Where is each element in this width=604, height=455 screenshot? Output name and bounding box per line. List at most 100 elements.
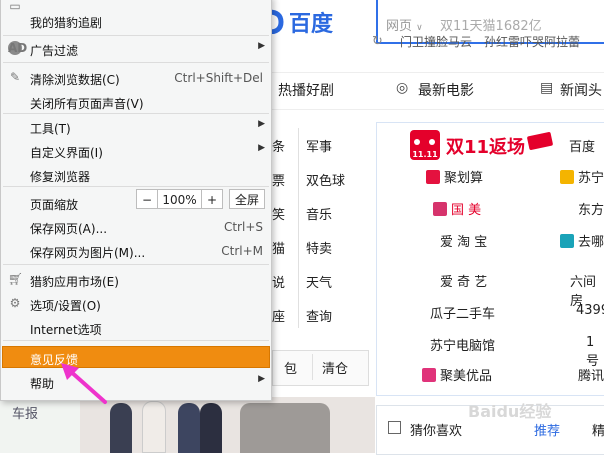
bookmark-icon (388, 421, 401, 434)
nav-link[interactable]: 猫 (272, 238, 285, 257)
shopping-cart-icon: 🛒︎ (8, 272, 24, 286)
shopping-tab[interactable]: 包 (284, 358, 297, 377)
menu-separator (3, 35, 269, 36)
product-figure (142, 401, 166, 453)
promo-badge: 11.11 (412, 150, 438, 159)
menu-item-label: 清除浏览数据(C) (30, 73, 120, 87)
menu-item-label: 保存网页(A)... (30, 222, 108, 236)
menu-item-label: 自定义界面(I) (30, 146, 103, 160)
product-image-strip[interactable] (80, 397, 375, 453)
product-figure (110, 403, 132, 453)
tab-latest-movies[interactable]: 最新电影 (418, 80, 474, 100)
shopping-tab[interactable]: 清仓 (322, 358, 348, 377)
nav-link[interactable]: 笑 (272, 204, 285, 223)
menu-item-feedback[interactable]: 意见反馈 (2, 346, 270, 368)
promo-title[interactable]: 双11返场 (446, 133, 525, 159)
menu-item-label: 我的猎豹追剧 (30, 16, 103, 30)
promo-link[interactable]: 苏宁 (560, 167, 604, 186)
film-reel-icon: ◎ (396, 80, 409, 96)
submenu-arrow-icon: ▶ (258, 143, 265, 153)
jumei-icon (422, 368, 436, 382)
menu-item-save-as-image[interactable]: 保存网页为图片(M)... Ctrl+M (1, 241, 271, 261)
menu-item-help[interactable]: 帮助 ▶ (1, 372, 271, 392)
zoom-in-button[interactable]: + (201, 189, 223, 209)
promo-link[interactable]: 聚划算 (426, 167, 483, 186)
menu-item-save-page[interactable]: 保存网页(A)... Ctrl+S (1, 217, 271, 237)
tab-news[interactable]: 新闻头 (560, 80, 602, 100)
nav-link[interactable]: 音乐 (306, 204, 332, 223)
watermark: Baidu经验 (468, 402, 552, 421)
strip-divider (312, 354, 313, 380)
promo-link[interactable]: 爱 淘 宝 (440, 231, 487, 250)
menu-shortcut: Ctrl+M (221, 244, 263, 258)
side-widget-label[interactable]: 车报 (12, 403, 38, 422)
broom-icon: ✎ (9, 70, 21, 84)
tab-featured[interactable]: 精 (592, 420, 604, 439)
gear-icon: ⚙ (9, 296, 21, 310)
menu-item-label: 关闭所有页面声音(V) (30, 97, 144, 111)
nav-link[interactable]: 军事 (306, 136, 332, 155)
nav-link[interactable]: 条 (272, 136, 285, 155)
fullscreen-button[interactable]: 全屏 (229, 189, 265, 209)
news-icon: ▤ (540, 80, 554, 96)
menu-item-label: 修复浏览器 (30, 170, 91, 184)
promo-link[interactable]: 4399 (576, 303, 604, 318)
nav-link[interactable]: 天气 (306, 272, 332, 291)
promo-link[interactable]: 腾讯 (578, 365, 604, 384)
nav-link[interactable]: 说 (272, 272, 285, 291)
menu-item-options[interactable]: ⚙ 选项/设置(O) (1, 294, 271, 314)
menu-separator (3, 113, 269, 114)
annotation-arrow-icon (61, 363, 107, 404)
suning-icon (560, 170, 574, 184)
menu-item-ad-filter[interactable]: AD 广告过滤 ▶ (1, 39, 271, 59)
menu-item-tools[interactable]: 工具(T) ▶ (1, 117, 271, 137)
ad-icon: AD (8, 41, 28, 55)
submenu-arrow-icon: ▶ (258, 374, 265, 384)
promo-link[interactable]: 苏宁电脑馆 (430, 335, 495, 354)
zoom-level: 100% (157, 189, 202, 209)
gome-icon (433, 202, 447, 216)
nav-link[interactable]: 票 (272, 170, 285, 189)
promo-link[interactable]: 去哪 (560, 231, 604, 250)
nav-link[interactable]: 特卖 (306, 238, 332, 257)
menu-item-repair[interactable]: 修复浏览器 (1, 165, 271, 185)
promo-link[interactable]: 东方 (578, 199, 604, 218)
menu-separator (3, 340, 269, 341)
nav-link[interactable]: 查询 (306, 306, 332, 325)
promo-link[interactable]: 聚美优品 (422, 365, 492, 384)
promo-link[interactable]: 1 号 (586, 335, 604, 369)
product-figure (200, 403, 222, 453)
nav-link[interactable]: 座 (272, 306, 285, 325)
tab-hot-series[interactable]: 热播好剧 (278, 80, 334, 100)
menu-item-label: 广告过滤 (30, 44, 79, 58)
promo-link[interactable]: 百度 (569, 136, 595, 155)
tmall-cat-icon: 11.11 (410, 130, 440, 160)
qunar-icon (560, 234, 574, 248)
promo-link[interactable]: 瓜子二手车 (430, 303, 495, 322)
promo-link[interactable]: 国 美 (433, 199, 481, 218)
nav-link[interactable]: 双色球 (306, 170, 345, 189)
menu-item-clear-data[interactable]: ✎ 清除浏览数据(C) Ctrl+Shift+Del (1, 68, 271, 88)
tab-recommend[interactable]: 推荐 (534, 420, 560, 439)
menu-item-drama-tracking[interactable]: 我的猎豹追剧 (1, 11, 271, 31)
menu-item-mute-all[interactable]: 关闭所有页面声音(V) (1, 92, 271, 112)
menu-item-app-market[interactable]: 🛒︎ 猎豹应用市场(E) (1, 270, 271, 290)
submenu-arrow-icon: ▶ (258, 41, 265, 51)
search-category-select[interactable]: 网页 ∨ (386, 15, 423, 34)
hot-search-link[interactable]: 门卫撞脸马云 (400, 33, 472, 50)
menu-item-label: 页面缩放 (30, 198, 79, 212)
grid-divider (298, 128, 299, 328)
baidu-logo[interactable]: 百度 (289, 6, 333, 38)
product-figure (178, 403, 200, 453)
product-figure (240, 403, 330, 453)
shopping-promo-panel (376, 122, 604, 396)
promo-link[interactable]: 爱 奇 艺 (440, 271, 487, 290)
menu-item-customize[interactable]: 自定义界面(I) ▶ (1, 141, 271, 161)
browser-main-menu: ▭ 我的猎豹追剧 AD 广告过滤 ▶ ✎ 清除浏览数据(C) Ctrl+Shif… (0, 0, 272, 401)
menu-item-internet-options[interactable]: Internet选项 (1, 318, 271, 338)
hot-search-link[interactable]: 孙红雷吓哭阿拉蕾 (484, 33, 580, 50)
menu-separator (3, 186, 269, 187)
zoom-out-button[interactable]: − (136, 189, 158, 209)
menu-separator (3, 62, 269, 63)
refresh-icon[interactable]: ↻ (372, 34, 383, 49)
